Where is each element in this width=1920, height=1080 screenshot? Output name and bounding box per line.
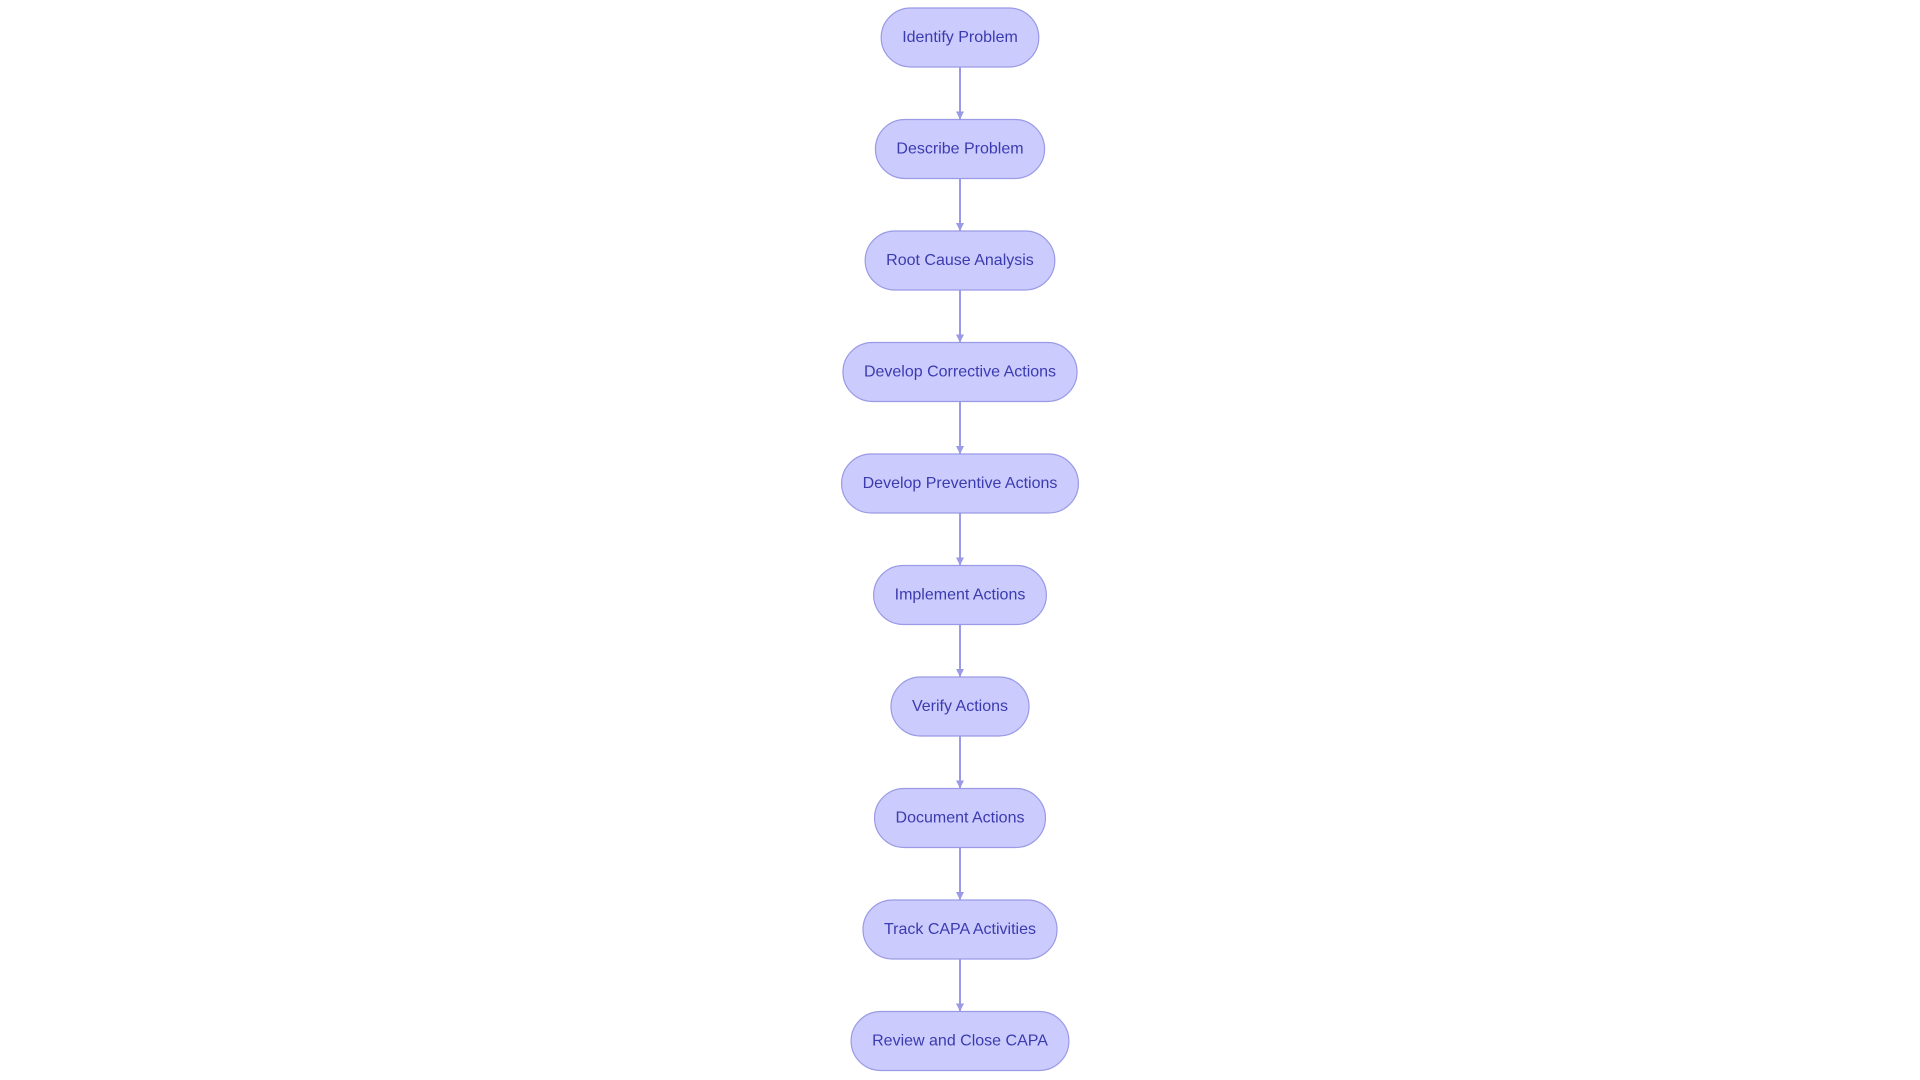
- flowchart: Identify Problem Describe Problem Root Cau…: [841, 7, 1079, 1072]
- node-label: Track CAPA Activities: [884, 921, 1036, 938]
- node-label: Verify Actions: [912, 698, 1008, 715]
- flow-node: Describe Problem: [874, 118, 1046, 180]
- flow-node: Document Actions: [873, 787, 1047, 849]
- flow-node: Develop Corrective Actions: [842, 341, 1078, 403]
- flow-node: Identify Problem: [880, 7, 1040, 68]
- node-label: Identify Problem: [902, 29, 1018, 46]
- node-label: Describe Problem: [896, 141, 1023, 158]
- node-label: Root Cause Analysis: [886, 252, 1034, 269]
- node-label: Implement Actions: [895, 587, 1026, 604]
- flow-node: Verify Actions: [890, 676, 1030, 737]
- flow-node: Review and Close CAPA: [850, 1010, 1070, 1072]
- flow-node: Develop Preventive Actions: [841, 453, 1079, 514]
- node-label: Develop Corrective Actions: [864, 364, 1056, 381]
- flow-node: Root Cause Analysis: [864, 230, 1056, 291]
- node-label: Review and Close CAPA: [872, 1033, 1048, 1050]
- flow-node: Implement Actions: [873, 564, 1047, 626]
- node-label: Document Actions: [896, 810, 1025, 827]
- node-label: Develop Preventive Actions: [863, 475, 1058, 492]
- flow-node: Track CAPA Activities: [862, 899, 1058, 960]
